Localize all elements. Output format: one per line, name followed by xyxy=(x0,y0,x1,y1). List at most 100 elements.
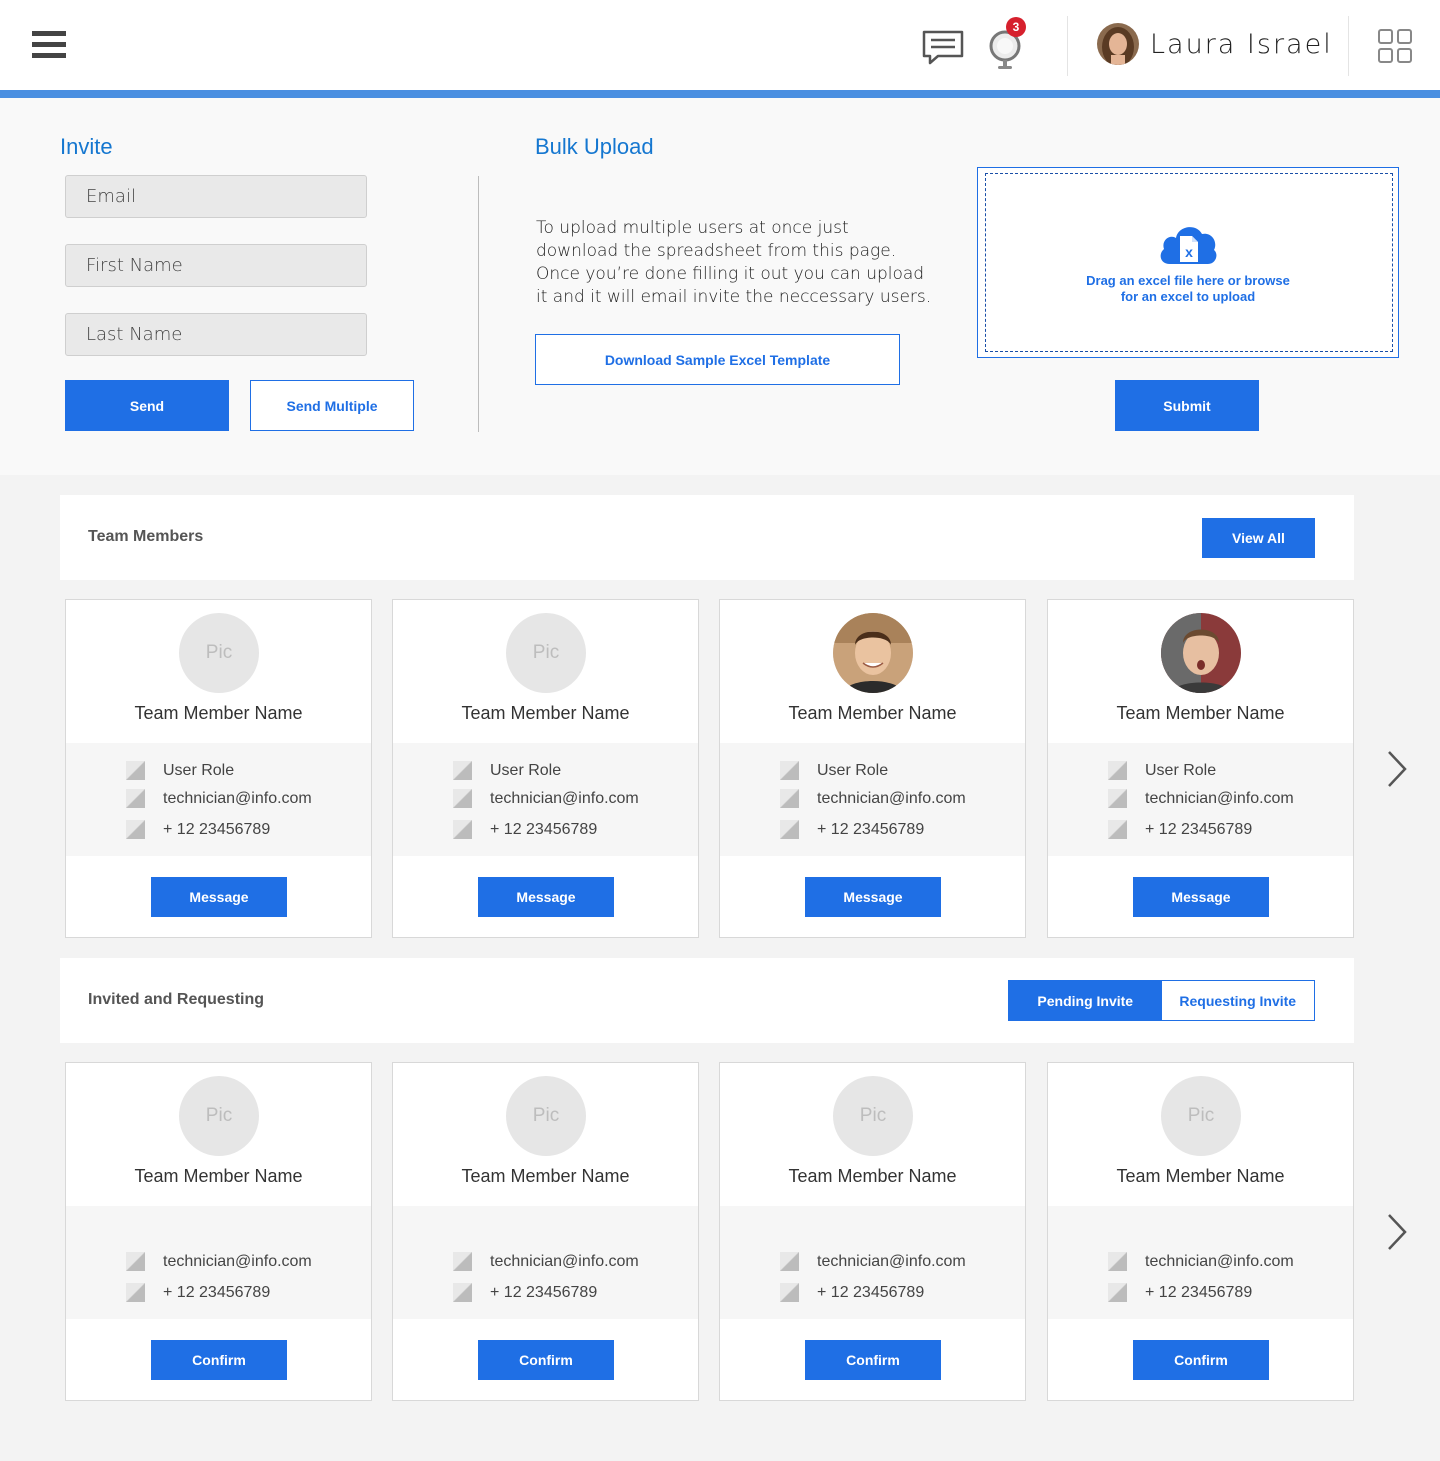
email-icon xyxy=(1108,789,1127,808)
member-name: Team Member Name xyxy=(134,703,303,723)
section-divider xyxy=(478,176,479,432)
role-icon xyxy=(1108,761,1127,780)
team-member-card: Pic Team Member Name User Role technicia… xyxy=(65,599,372,938)
member-info: User Role technician@info.com + 12 23456… xyxy=(1048,743,1353,856)
confirm-button[interactable]: Confirm xyxy=(151,1340,287,1380)
chevron-right-icon[interactable] xyxy=(1385,1212,1409,1252)
member-role: User Role xyxy=(1145,762,1217,779)
member-name: Team Member Name xyxy=(461,1166,630,1186)
invite-section: Invite Send Send Multiple Bulk Upload To… xyxy=(0,98,1440,475)
member-email: technician@info.com xyxy=(1145,790,1294,807)
invited-card: Pic Team Member Name technician@info.com… xyxy=(392,1062,699,1401)
member-name: Team Member Name xyxy=(134,1166,303,1186)
member-phone: + 12 23456789 xyxy=(817,821,925,838)
file-dropzone[interactable]: x Drag an excel file here or browse for … xyxy=(977,167,1399,358)
member-phone: + 12 23456789 xyxy=(1145,821,1253,838)
avatar-placeholder: Pic xyxy=(1161,1076,1241,1156)
email-icon xyxy=(1108,1252,1127,1271)
dropzone-text: Drag an excel file here or browse for an… xyxy=(1086,273,1290,304)
member-info: technician@info.com + 12 23456789 xyxy=(1048,1206,1353,1319)
email-icon xyxy=(126,1252,145,1271)
message-button[interactable]: Message xyxy=(478,877,614,917)
member-email: technician@info.com xyxy=(490,1253,639,1270)
first-name-field[interactable] xyxy=(65,244,367,287)
message-button[interactable]: Message xyxy=(805,877,941,917)
header-divider xyxy=(1067,16,1068,76)
send-button[interactable]: Send xyxy=(65,380,229,431)
member-photo xyxy=(833,613,913,693)
phone-icon xyxy=(453,820,472,839)
member-name: Team Member Name xyxy=(788,703,957,723)
avatar-placeholder: Pic xyxy=(506,1076,586,1156)
member-role: User Role xyxy=(817,762,889,779)
role-icon xyxy=(780,761,799,780)
header-accent-bar xyxy=(0,90,1440,98)
submit-button[interactable]: Submit xyxy=(1115,380,1259,431)
member-phone: + 12 23456789 xyxy=(1145,1284,1253,1301)
member-role: User Role xyxy=(490,762,562,779)
member-phone: + 12 23456789 xyxy=(490,821,598,838)
confirm-button[interactable]: Confirm xyxy=(1133,1340,1269,1380)
member-name: Team Member Name xyxy=(788,1166,957,1186)
member-info: technician@info.com + 12 23456789 xyxy=(720,1206,1025,1319)
svg-text:x: x xyxy=(1185,244,1193,260)
message-button[interactable]: Message xyxy=(151,877,287,917)
email-icon xyxy=(453,1252,472,1271)
role-icon xyxy=(453,761,472,780)
team-member-card: Pic Team Member Name User Role technicia… xyxy=(392,599,699,938)
member-role: User Role xyxy=(163,762,235,779)
phone-icon xyxy=(780,820,799,839)
avatar-placeholder: Pic xyxy=(506,613,586,693)
member-info: User Role technician@info.com + 12 23456… xyxy=(66,743,371,856)
email-icon xyxy=(126,789,145,808)
download-template-button[interactable]: Download Sample Excel Template xyxy=(535,334,900,385)
avatar-placeholder: Pic xyxy=(179,1076,259,1156)
chevron-right-icon[interactable] xyxy=(1385,749,1409,789)
email-icon xyxy=(780,1252,799,1271)
role-icon xyxy=(126,761,145,780)
user-name[interactable]: Laura Israel xyxy=(1150,29,1333,60)
phone-icon xyxy=(1108,820,1127,839)
invite-title: Invite xyxy=(60,134,113,159)
member-info: technician@info.com + 12 23456789 xyxy=(393,1206,698,1319)
message-button[interactable]: Message xyxy=(1133,877,1269,917)
apps-grid-icon[interactable] xyxy=(1378,29,1412,63)
member-name: Team Member Name xyxy=(1116,703,1285,723)
invited-header: Invited and Requesting Pending Invite Re… xyxy=(60,958,1354,1043)
invite-type-toggle: Pending Invite Requesting Invite xyxy=(1008,980,1315,1021)
chat-icon[interactable] xyxy=(922,30,964,66)
phone-icon xyxy=(126,820,145,839)
member-info: technician@info.com + 12 23456789 xyxy=(66,1206,371,1319)
member-phone: + 12 23456789 xyxy=(163,1284,271,1301)
bulk-upload-title: Bulk Upload xyxy=(535,134,654,159)
member-email: technician@info.com xyxy=(817,1253,966,1270)
invited-card: Pic Team Member Name technician@info.com… xyxy=(719,1062,1026,1401)
menu-icon[interactable] xyxy=(32,31,66,59)
avatar-placeholder: Pic xyxy=(179,613,259,693)
phone-icon xyxy=(780,1283,799,1302)
email-icon xyxy=(780,789,799,808)
pending-invite-tab[interactable]: Pending Invite xyxy=(1009,981,1162,1020)
requesting-invite-tab[interactable]: Requesting Invite xyxy=(1161,981,1314,1020)
phone-icon xyxy=(1108,1283,1127,1302)
send-multiple-button[interactable]: Send Multiple xyxy=(250,380,414,431)
member-name: Team Member Name xyxy=(461,703,630,723)
member-photo xyxy=(1161,613,1241,693)
member-email: technician@info.com xyxy=(163,790,312,807)
confirm-button[interactable]: Confirm xyxy=(805,1340,941,1380)
last-name-field[interactable] xyxy=(65,313,367,356)
member-phone: + 12 23456789 xyxy=(490,1284,598,1301)
cloud-upload-excel-icon: x xyxy=(1160,227,1217,264)
member-email: technician@info.com xyxy=(1145,1253,1294,1270)
invited-title: Invited and Requesting xyxy=(88,991,265,1008)
member-email: technician@info.com xyxy=(163,1253,312,1270)
email-field[interactable] xyxy=(65,175,367,218)
team-members-title: Team Members xyxy=(88,528,204,545)
user-avatar[interactable] xyxy=(1097,23,1139,65)
view-all-button[interactable]: View All xyxy=(1202,518,1315,558)
email-icon xyxy=(453,789,472,808)
team-members-header: Team Members View All xyxy=(60,495,1354,580)
confirm-button[interactable]: Confirm xyxy=(478,1340,614,1380)
team-member-card: Team Member Name User Role technician@in… xyxy=(1047,599,1354,938)
top-bar: 3 Laura Israel xyxy=(0,0,1440,90)
